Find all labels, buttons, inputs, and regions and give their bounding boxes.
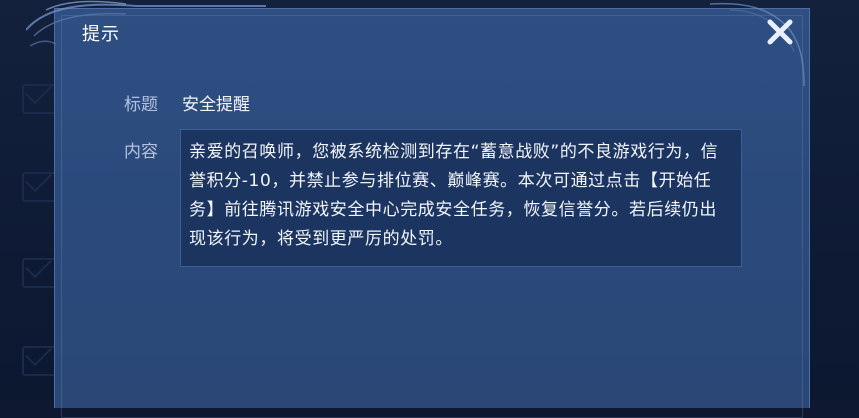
content-box: 亲爱的召唤师，您被系统检测到存在“蓄意战败”的不良游戏行为，信誉积分-10，并禁… — [180, 129, 742, 267]
close-button[interactable] — [758, 10, 802, 54]
content-label: 内容 — [124, 142, 158, 162]
content-text: 亲爱的召唤师，您被系统检测到存在“蓄意战败”的不良游戏行为，信誉积分-10，并禁… — [189, 142, 719, 249]
close-icon — [767, 19, 793, 45]
title-label: 标题 — [124, 95, 158, 115]
title-banner-ornament — [26, 0, 266, 47]
dialog-title: 提示 — [82, 24, 120, 45]
title-value: 安全提醒 — [182, 95, 250, 115]
